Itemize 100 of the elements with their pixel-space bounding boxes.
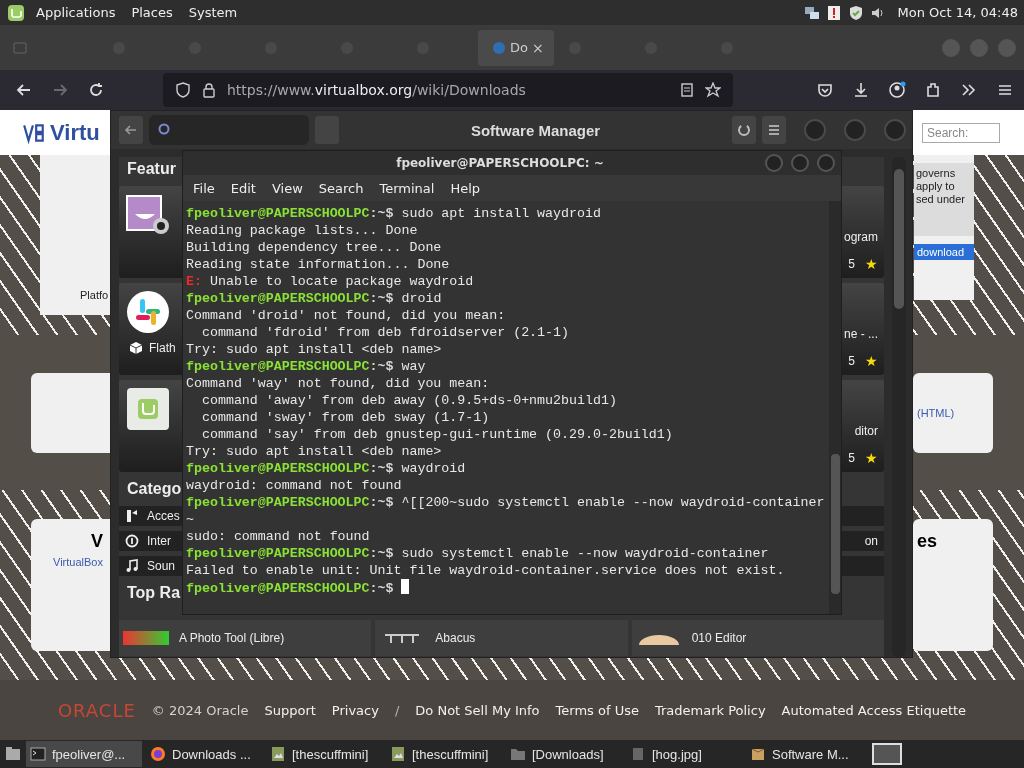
panel-menu[interactable]: Places bbox=[126, 5, 178, 20]
close-button[interactable] bbox=[817, 154, 835, 172]
lock-icon bbox=[201, 82, 217, 98]
menu-item[interactable]: Edit bbox=[222, 180, 264, 196]
footer-link[interactable]: Do Not Sell My Info bbox=[415, 702, 540, 718]
maximize-button[interactable] bbox=[844, 119, 866, 141]
link[interactable]: VirtualBox bbox=[53, 556, 103, 568]
command-text: ^[[200~sudo systemctl enable --now waydroid-container bbox=[400, 495, 825, 510]
taskbar-item[interactable]: [Downloads] bbox=[506, 741, 622, 767]
scrollbar[interactable] bbox=[829, 201, 841, 614]
menu-item[interactable]: File bbox=[185, 180, 223, 196]
minimize-button[interactable] bbox=[804, 119, 826, 141]
chat-app-icon bbox=[125, 289, 171, 335]
card-text: Platfo bbox=[80, 289, 109, 301]
output-text: sudo: command not found bbox=[186, 529, 370, 544]
panel-menu[interactable]: System bbox=[183, 5, 243, 20]
command-text: waydroid bbox=[400, 461, 466, 476]
download-icon[interactable] bbox=[852, 81, 870, 99]
mint-logo-icon[interactable] bbox=[7, 3, 25, 22]
category-item[interactable]: Soun bbox=[147, 559, 176, 573]
output-text: Failed to enable unit: Unit file waydroid-container.service does not exist. bbox=[186, 563, 785, 578]
account-icon[interactable] bbox=[888, 81, 906, 99]
prompt-text: fpeoliver@PAPERSCHOOLPC bbox=[186, 206, 370, 221]
menu-icon bbox=[767, 123, 781, 137]
review-count: 5 bbox=[848, 451, 855, 465]
copyright-text: © 2024 Oracle bbox=[151, 702, 249, 718]
address-bar[interactable]: https://www.virtualbox.org/wiki/Downloads bbox=[163, 73, 733, 107]
output-text: waydroid: command not found bbox=[186, 478, 402, 493]
output-text: Command 'droid' not found, did you mean: bbox=[186, 308, 506, 323]
window-title: Software Manager bbox=[469, 121, 602, 139]
footer-link[interactable]: Privacy bbox=[331, 702, 379, 718]
taskbar-item[interactable]: fpeoliver@... bbox=[26, 741, 142, 767]
category-item[interactable]: Inter bbox=[147, 534, 171, 548]
close-button[interactable] bbox=[884, 119, 906, 141]
app-card[interactable]: A Photo Tool (Libre) bbox=[119, 620, 372, 656]
taskbar-item[interactable]: [hog.jpg] bbox=[626, 741, 742, 767]
footer-link[interactable]: Trademark Policy bbox=[654, 702, 766, 718]
alert-icon[interactable] bbox=[825, 4, 842, 21]
reader-view-icon[interactable] bbox=[679, 82, 695, 98]
star-icon[interactable] bbox=[705, 82, 721, 98]
clock[interactable]: Mon Oct 14, 04:48 bbox=[897, 5, 1018, 20]
shield-icon bbox=[175, 82, 191, 98]
maximize-button[interactable] bbox=[970, 38, 988, 57]
file-icon bbox=[630, 746, 646, 762]
close-tab-button[interactable]: × bbox=[531, 39, 544, 56]
search-field[interactable]: Search: bbox=[922, 122, 1000, 143]
link[interactable]: (HTML) bbox=[917, 406, 993, 419]
output-text: command 'away' from deb away (0.9.5+ds-0+nmu2build1) bbox=[200, 393, 617, 408]
folder-icon bbox=[510, 746, 526, 762]
menu-item[interactable]: Search bbox=[310, 180, 372, 196]
output-text: ~ bbox=[186, 512, 194, 527]
command-text: way bbox=[400, 359, 426, 374]
tab-overview-icon[interactable] bbox=[12, 39, 28, 56]
close-button[interactable] bbox=[998, 38, 1016, 57]
footer-link[interactable]: Terms of Use bbox=[555, 702, 639, 718]
output-text: command 'say' from deb gnustep-gui-runtime (0.29.0-2build1) bbox=[200, 427, 673, 442]
prompt-path: :~$ bbox=[369, 495, 394, 510]
menu-item[interactable]: View bbox=[263, 180, 311, 196]
mint-app-icon bbox=[125, 386, 171, 432]
footer-link[interactable]: Automated Access Etiquette bbox=[781, 702, 967, 718]
show-desktop-icon[interactable] bbox=[4, 745, 22, 763]
download-button[interactable]: download bbox=[914, 244, 974, 260]
minimize-button[interactable] bbox=[765, 154, 783, 172]
site-logo[interactable]: Virtu bbox=[50, 119, 100, 146]
spinner-icon bbox=[737, 123, 751, 137]
panel-menu[interactable]: Applications bbox=[31, 5, 121, 20]
extensions-icon[interactable] bbox=[924, 81, 942, 99]
pocket-icon[interactable] bbox=[816, 81, 834, 99]
prompt-text: fpeoliver@PAPERSCHOOLPC bbox=[186, 359, 370, 374]
network-icon[interactable] bbox=[803, 4, 820, 21]
menu-item[interactable]: Terminal bbox=[371, 180, 443, 196]
reload-icon[interactable] bbox=[87, 81, 105, 99]
taskbar-item[interactable]: Software M... bbox=[746, 741, 862, 767]
taskbar-item[interactable]: Downloads ... bbox=[146, 741, 262, 767]
workspace-switcher[interactable] bbox=[872, 743, 902, 765]
section-heading: Top Ra bbox=[127, 584, 181, 601]
app-name: ogram bbox=[844, 230, 878, 244]
notice-text: apply to bbox=[916, 180, 956, 193]
scrollbar[interactable] bbox=[892, 157, 906, 657]
taskbar-item[interactable]: [thescuffmini] bbox=[386, 741, 502, 767]
app-card[interactable]: 010 Editor bbox=[631, 620, 884, 656]
app-card[interactable]: Abacus bbox=[375, 620, 628, 656]
category-item[interactable]: Acces bbox=[147, 509, 180, 523]
search-field[interactable] bbox=[149, 115, 309, 145]
back-button[interactable] bbox=[119, 116, 143, 144]
gradient-app-icon bbox=[123, 631, 169, 645]
app-name: ditor bbox=[854, 424, 878, 438]
footer-link[interactable]: Support bbox=[264, 702, 316, 718]
menu-button[interactable] bbox=[762, 116, 786, 144]
minimize-button[interactable] bbox=[942, 38, 960, 57]
browser-tab[interactable]: Do × bbox=[478, 29, 554, 66]
menu-item[interactable]: Help bbox=[442, 180, 489, 196]
output-text: Building dependency tree... Done bbox=[186, 240, 442, 255]
prompt-text: fpeoliver@PAPERSCHOOLPC bbox=[186, 546, 370, 561]
site-icon bbox=[492, 40, 506, 55]
card-heading: es bbox=[917, 531, 939, 552]
taskbar-item[interactable]: [thescuffmini] bbox=[266, 741, 382, 767]
shield-icon[interactable] bbox=[847, 4, 864, 21]
activity-button[interactable] bbox=[732, 116, 756, 144]
maximize-button[interactable] bbox=[791, 154, 809, 172]
